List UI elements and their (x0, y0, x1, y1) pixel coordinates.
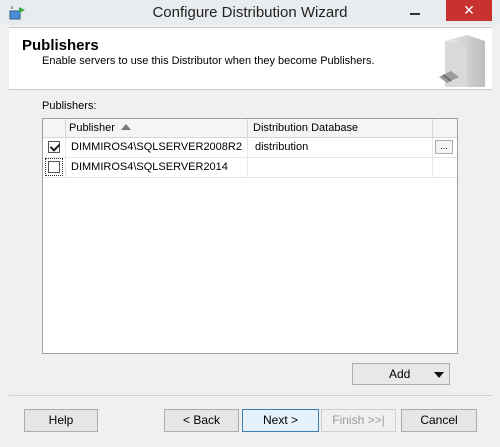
server-graphic-icon (439, 35, 485, 87)
column-header-publisher-label: Publisher (69, 122, 115, 134)
row-button-cell (433, 158, 457, 177)
wizard-body: Publishers: Publisher Distribution Datab… (9, 90, 492, 390)
grid-header: Publisher Distribution Database (43, 119, 457, 138)
distribution-database-cell[interactable]: distribution (248, 138, 433, 157)
sort-ascending-icon (121, 124, 131, 130)
wizard-header: Publishers Enable servers to use this Di… (9, 27, 492, 90)
publisher-name: DIMMIROS4\SQLSERVER2014 (71, 161, 228, 173)
publisher-checkbox[interactable] (48, 141, 60, 153)
publishers-grid[interactable]: Publisher Distribution Database DIMMIROS… (42, 118, 458, 354)
dropdown-arrow-icon (434, 372, 444, 378)
add-button-label: Add (389, 367, 411, 381)
page-subtitle: Enable servers to use this Distributor w… (42, 55, 375, 67)
cancel-button[interactable]: Cancel (401, 409, 477, 432)
publisher-name: DIMMIROS4\SQLSERVER2008R2 (71, 141, 242, 153)
footer-divider (9, 395, 492, 396)
distribution-database-value: distribution (255, 141, 309, 153)
title-bar: Configure Distribution Wizard ✕ (0, 0, 500, 25)
publishers-label: Publishers: (42, 100, 97, 112)
column-header-distribution-database-label: Distribution Database (253, 122, 359, 134)
browse-ellipsis-button[interactable]: ... (435, 140, 453, 154)
finish-button[interactable]: Finish >>| (321, 409, 396, 432)
row-button-cell: ... (433, 138, 457, 157)
distribution-database-cell[interactable] (248, 158, 433, 177)
wizard-window: Configure Distribution Wizard ✕ Publishe… (0, 0, 500, 447)
page-title: Publishers (22, 37, 99, 54)
next-button[interactable]: Next > (242, 409, 319, 432)
table-row[interactable]: DIMMIROS4\SQLSERVER2014 (43, 158, 457, 178)
help-button[interactable]: Help (24, 409, 98, 432)
add-button[interactable]: Add (352, 363, 450, 385)
publisher-cell: DIMMIROS4\SQLSERVER2014 (66, 158, 248, 177)
column-header-distribution-database[interactable]: Distribution Database (248, 119, 433, 137)
column-header-button (433, 119, 457, 137)
publisher-checkbox[interactable] (45, 158, 63, 176)
minimize-button[interactable] (400, 2, 430, 20)
table-row[interactable]: DIMMIROS4\SQLSERVER2008R2 distribution .… (43, 138, 457, 158)
column-header-publisher[interactable]: Publisher (66, 119, 248, 137)
row-check-cell[interactable] (43, 158, 66, 177)
row-check-cell[interactable] (43, 138, 66, 157)
column-header-check (43, 119, 66, 137)
publisher-cell: DIMMIROS4\SQLSERVER2008R2 (66, 138, 248, 157)
back-button[interactable]: < Back (164, 409, 239, 432)
close-button[interactable]: ✕ (446, 0, 492, 21)
